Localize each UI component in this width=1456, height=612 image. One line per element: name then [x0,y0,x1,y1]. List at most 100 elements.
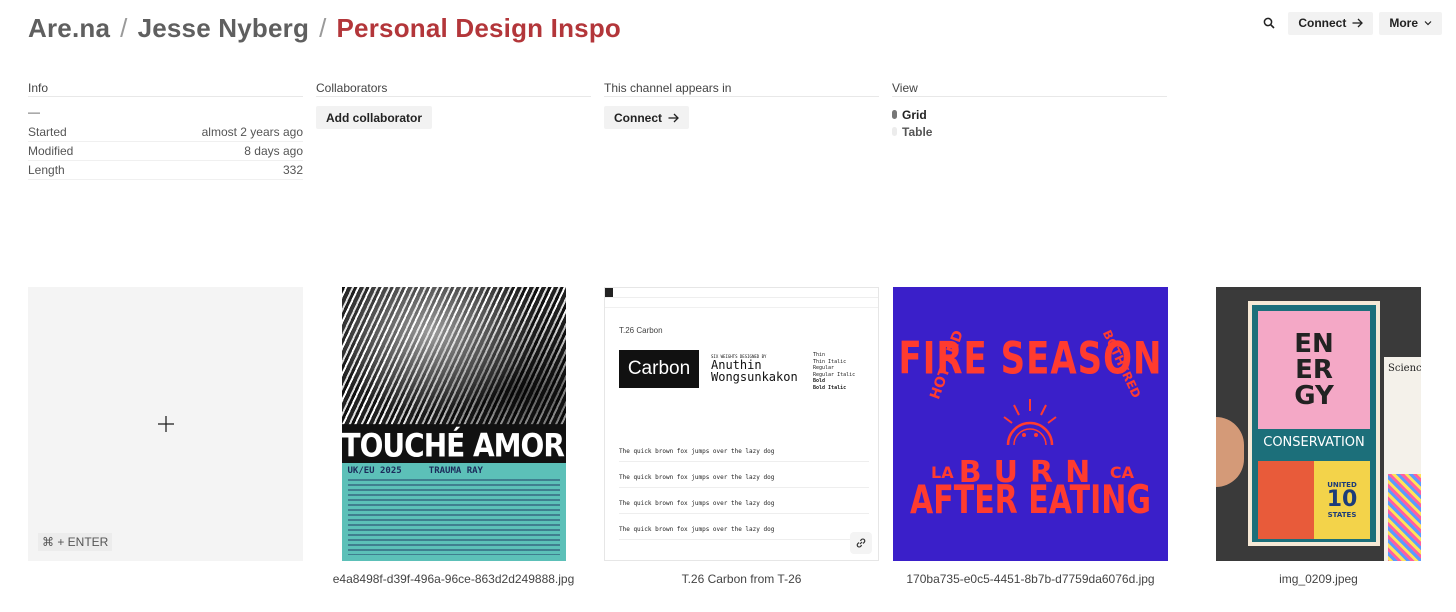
more-button-label: More [1389,16,1418,30]
view-column: View Grid Table [892,80,1167,180]
collaborators-title: Collaborators [316,80,591,97]
view-option-grid[interactable]: Grid [892,106,1167,123]
block-item: T.26 Carbon Carbon SIX WEIGHTS DESIGNED … [604,287,879,586]
info-row-started: Started almost 2 years ago [28,123,303,142]
more-button[interactable]: More [1379,11,1442,35]
block-caption[interactable]: e4a8498f-d39f-496a-96ce-863d2d249888.jpg [316,572,591,586]
specimen-line: The quick brown fox jumps over the lazy … [619,526,869,540]
appears-in-connect-button[interactable]: Connect [604,106,689,129]
block-caption[interactable]: T.26 Carbon from T-26 [604,572,879,586]
appears-in-title: This channel appears in [604,80,879,97]
poster-tour-dates: UK/EU 2025 TRAUMA RAY [341,463,566,561]
view-option-label: Grid [902,107,927,122]
stamp-line: GY [1294,381,1334,411]
arrow-right-icon [1352,18,1364,28]
info-title: Info [28,80,303,97]
add-block-button[interactable]: ⌘ + ENTER [28,287,303,561]
block-thumbnail[interactable]: EN ER GY CONSERVATION UNITED 10 STATES S… [1181,287,1456,561]
specimen-line: The quick brown fox jumps over the lazy … [619,448,869,462]
view-options: Grid Table [892,106,1167,140]
stamp-flame-area [1258,461,1314,539]
stamp-value: 10 [1326,487,1358,512]
add-collaborator-button[interactable]: Add collaborator [316,106,433,129]
carbon-logo: Carbon [619,350,699,388]
info-row-length: Length 332 [28,161,303,180]
view-title: View [892,80,1167,97]
stamp-value-area: UNITED 10 STATES [1314,461,1370,539]
energy-stamp-photo-image: EN ER GY CONSERVATION UNITED 10 STATES S… [1216,287,1421,561]
hand-shape [1216,417,1244,487]
book-pattern [1388,474,1421,561]
breadcrumb-site[interactable]: Are.na [28,13,110,44]
info-label: Length [28,163,65,177]
info-value: 8 days ago [244,144,303,158]
search-icon [1263,17,1275,29]
science-book: Science [1384,357,1421,561]
stamp-bottom: UNITED 10 STATES [1258,461,1370,539]
info-label: Started [28,125,67,139]
stamp-country-bottom: STATES [1327,511,1357,519]
chevron-down-icon [1424,21,1432,26]
view-option-label: Table [902,124,933,139]
info-label: Modified [28,144,74,158]
poster-support: TRAUMA RAY [428,466,483,476]
breadcrumb: Are.na / Jesse Nyberg / Personal Design … [28,10,621,46]
radio-unselected-icon [892,127,897,136]
touche-amore-poster-image: TOUCHÉ AMORÉ UK/EU 2025 TRAUMA RAY [341,287,566,561]
screenshot-topbar [605,288,878,298]
specimen-line: The quick brown fox jumps over the lazy … [619,500,869,514]
collaborators-column: Collaborators Add collaborator [316,80,591,180]
stamp-word: CONSERVATION [1263,435,1365,450]
connect-button-label: Connect [1298,16,1347,30]
block-thumbnail[interactable]: HOT AND BOTHERED FIRE SEASON LA BURN CA … [893,287,1168,561]
appears-in-column: This channel appears in Connect [604,80,879,180]
channel-meta: Info — Started almost 2 years ago Modifi… [28,80,1167,180]
block-item: HOT AND BOTHERED FIRE SEASON LA BURN CA … [893,287,1168,586]
fire-season-poster-image: HOT AND BOTHERED FIRE SEASON LA BURN CA … [893,287,1168,561]
science-book-title: Science [1388,363,1421,374]
block-item: EN ER GY CONSERVATION UNITED 10 STATES S… [1181,287,1456,586]
breadcrumb-channel[interactable]: Personal Design Inspo [337,13,622,44]
search-button[interactable] [1256,11,1282,35]
info-value: almost 2 years ago [201,125,303,139]
block-thumbnail[interactable]: TOUCHÉ AMORÉ UK/EU 2025 TRAUMA RAY [316,287,591,561]
connect-button[interactable]: Connect [1288,11,1374,35]
poster-photo [341,287,566,437]
keyboard-shortcut-hint: ⌘ + ENTER [38,533,113,551]
view-option-table[interactable]: Table [892,123,1167,140]
screenshot-subbar [605,298,878,308]
stamp-energy-letters: EN ER GY [1258,311,1370,429]
poster-date-lines [347,479,560,555]
radio-selected-icon [892,110,897,119]
energy-stamp: EN ER GY CONSERVATION UNITED 10 STATES [1248,301,1380,546]
link-icon [856,538,866,548]
block-caption[interactable]: 170ba735-e0c5-4451-8b7b-d7759da6076d.jpg [893,572,1168,586]
plus-icon [157,416,174,432]
block-item: TOUCHÉ AMORÉ UK/EU 2025 TRAUMA RAY e4a84… [316,287,591,586]
breadcrumb-user[interactable]: Jesse Nyberg [138,13,310,44]
stamp-line: EN [1294,329,1334,359]
top-actions: Connect More [1256,11,1442,35]
carbon-designer-last: Wongsunkakon [711,370,798,384]
info-description: — [28,105,40,119]
link-badge[interactable] [850,532,872,554]
breadcrumb-separator: / [120,12,128,43]
info-value: 332 [282,163,303,177]
carbon-title: T.26 Carbon [619,326,663,335]
weight-item: Bold Italic [813,384,847,391]
add-block: ⌘ + ENTER [28,287,303,561]
connect-button-label: Connect [614,110,662,125]
fire-tagline: AFTER EATING [910,477,1151,524]
carbon-designer: SIX WEIGHTS DESIGNED BY Anuthin Wongsunk… [711,354,798,383]
arrow-right-icon [668,113,679,122]
specimen-line: The quick brown fox jumps over the lazy … [619,474,869,488]
poster-headline: TOUCHÉ AMORÉ [341,424,566,468]
block-caption[interactable]: img_0209.jpeg [1181,572,1456,586]
fire-headline: FIRE SEASON [898,333,1163,385]
carbon-weights: Thin Thin Italic Regular Regular Italic … [813,352,855,391]
carbon-font-screenshot-image: T.26 Carbon Carbon SIX WEIGHTS DESIGNED … [604,287,879,561]
poster-tour-line: UK/EU 2025 TRAUMA RAY [348,466,560,477]
block-thumbnail[interactable]: T.26 Carbon Carbon SIX WEIGHTS DESIGNED … [604,287,879,561]
poster-tour: UK/EU 2025 [347,466,402,476]
stamp-line: ER [1295,355,1333,385]
